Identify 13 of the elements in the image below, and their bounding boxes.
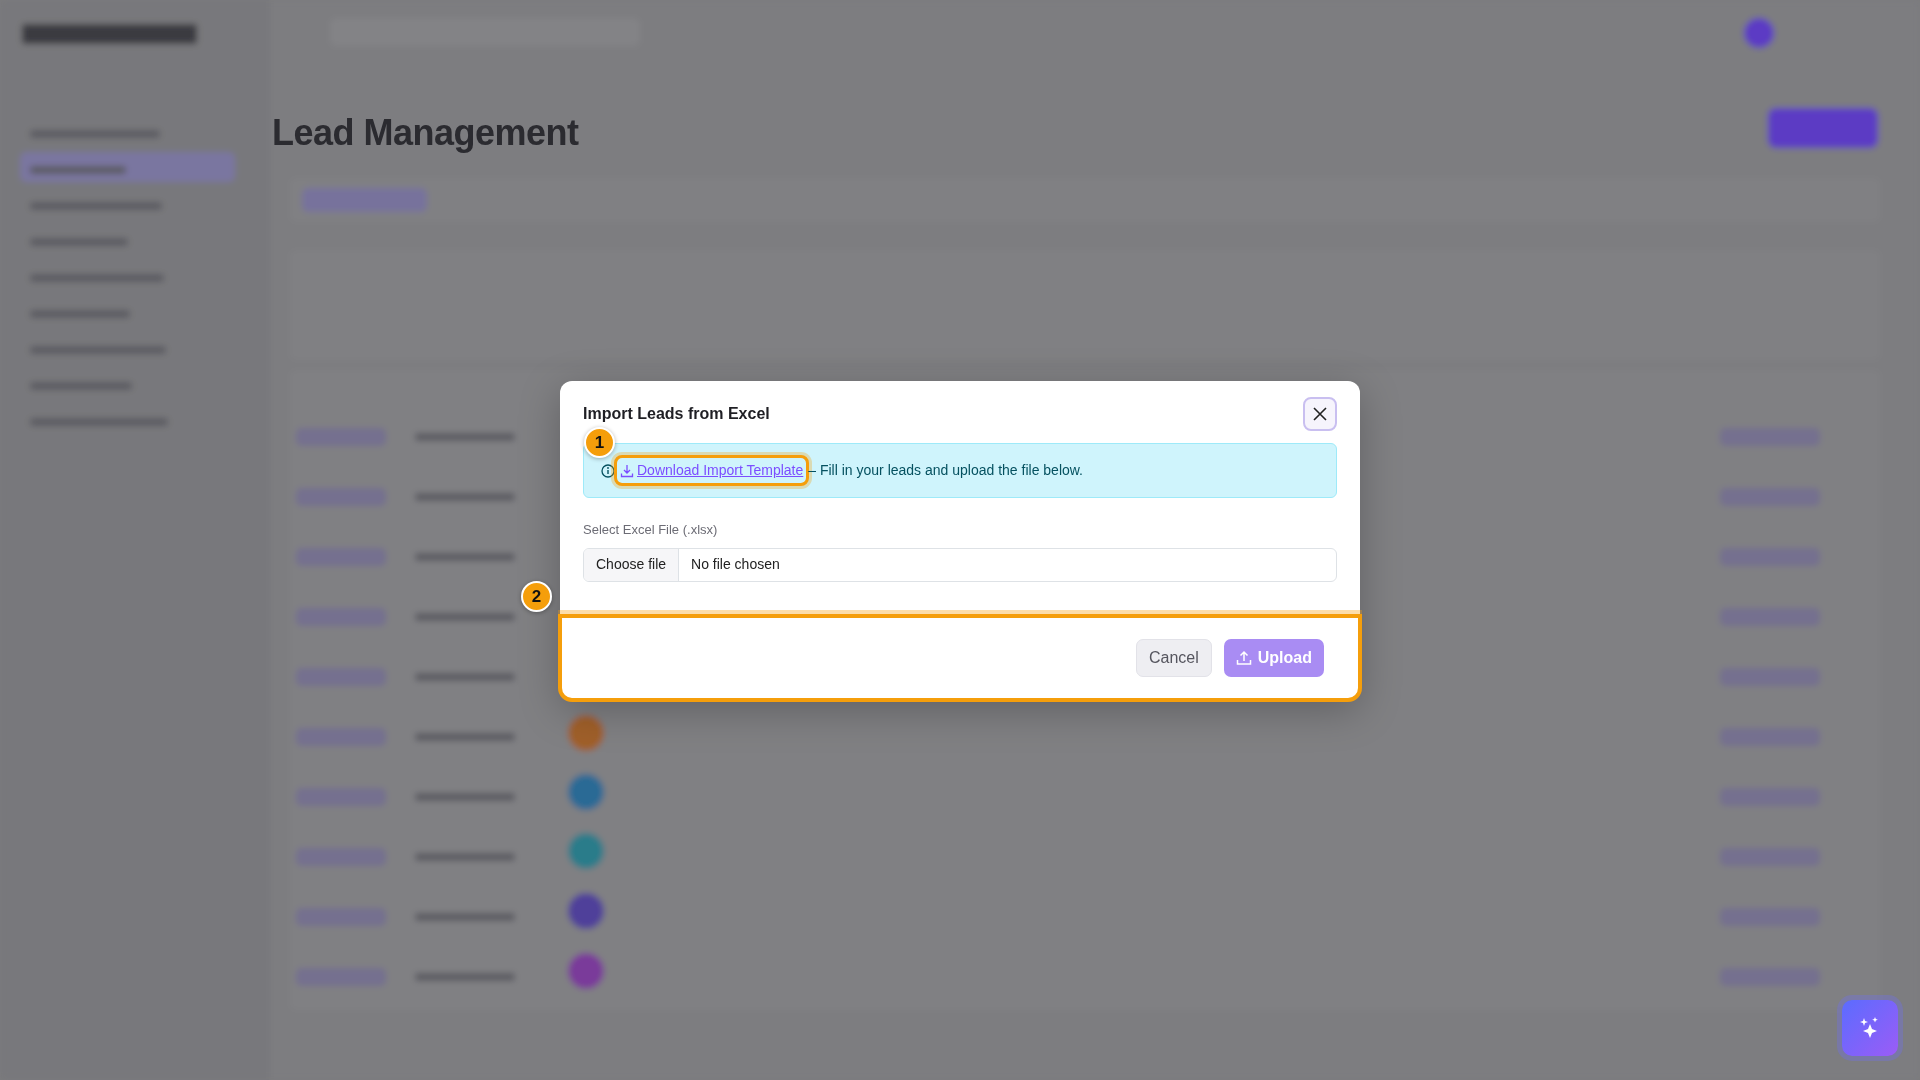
close-icon xyxy=(1313,407,1327,421)
info-text: – Fill in your leads and upload the file below. xyxy=(808,461,1083,480)
sparkle-button[interactable] xyxy=(1842,1000,1898,1056)
close-button[interactable] xyxy=(1303,397,1337,431)
upload-icon xyxy=(1235,650,1252,666)
cancel-button[interactable]: Cancel xyxy=(1135,639,1212,677)
file-input-field[interactable]: Choose file No file chosen xyxy=(583,547,1337,582)
info-icon xyxy=(601,463,615,478)
download-template-link[interactable]: Download Import Template xyxy=(617,458,807,483)
dialog-title: Import Leads from Excel xyxy=(583,404,770,424)
file-label: Select Excel File (.xlsx) xyxy=(583,521,719,539)
download-icon xyxy=(620,463,634,478)
page-title: Lead Management xyxy=(272,111,579,155)
